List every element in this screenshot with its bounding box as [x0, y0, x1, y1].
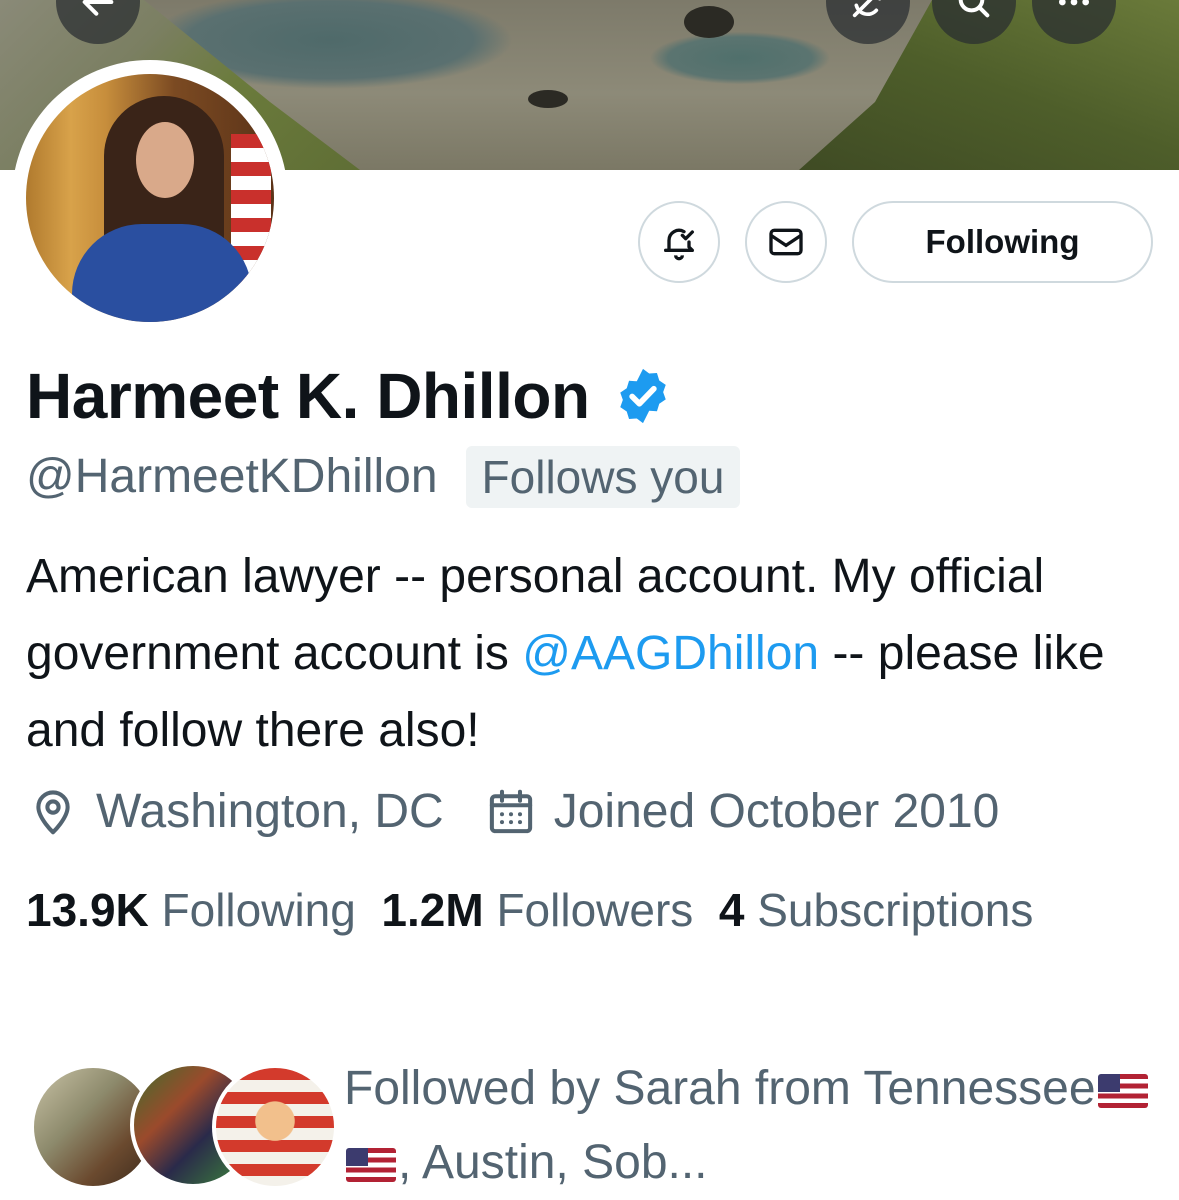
location-text: Washington, DC: [96, 785, 444, 838]
subscriptions-label: Subscriptions: [757, 884, 1034, 936]
profile-meta: Washington, DC Joined October 2010: [26, 780, 999, 844]
subscriptions-stat[interactable]: 4 Subscriptions: [719, 884, 1034, 936]
join-date-text: Joined October 2010: [553, 785, 1000, 838]
followers-stat[interactable]: 1.2M Followers: [381, 884, 693, 936]
location: Washington, DC: [26, 780, 444, 844]
message-button[interactable]: [745, 201, 827, 283]
avatar-suit: [72, 224, 252, 322]
name-row: Harmeet K. Dhillon: [26, 356, 674, 436]
display-name: Harmeet K. Dhillon: [26, 360, 590, 432]
bell-check-icon: [664, 228, 694, 261]
arrow-left-icon: [82, 0, 114, 16]
following-label: Following: [161, 884, 356, 936]
banner-rock: [528, 90, 568, 108]
followers-label: Followers: [496, 884, 694, 936]
us-flag-icon: [1097, 1074, 1148, 1109]
profile-bio: American lawyer -- personal account. My …: [26, 538, 1166, 769]
bio-mention-link[interactable]: @AAGDhillon: [522, 627, 819, 680]
following-stat[interactable]: 13.9K Following: [26, 884, 356, 936]
following-button[interactable]: Following: [852, 201, 1153, 283]
following-count: 13.9K: [26, 884, 149, 936]
calendar-icon: [489, 789, 532, 834]
banner-rock: [684, 6, 734, 38]
search-icon: [958, 0, 990, 18]
profile-stats: 13.9K Following 1.2M Followers 4 Subscri…: [26, 874, 1156, 946]
avatar-photo: [26, 74, 274, 322]
follows-you-badge: Follows you: [465, 446, 741, 508]
followers-count: 1.2M: [381, 884, 484, 936]
sync-icon: [852, 0, 881, 18]
subscriptions-count: 4: [718, 884, 745, 936]
handle-row: @HarmeetKDhillon Follows you: [26, 446, 741, 508]
followed-by-suffix: , Austin, Sob...: [398, 1136, 708, 1189]
profile-avatar[interactable]: [12, 60, 288, 336]
follower-avatar[interactable]: [212, 1064, 338, 1190]
us-flag-icon: [346, 1148, 396, 1183]
more-icon: [1059, 0, 1089, 6]
followed-by-text[interactable]: Followed by Sarah from Tennessee , Austi…: [344, 1052, 1164, 1200]
handle: @HarmeetKDhillon: [26, 450, 438, 503]
verified-badge-icon[interactable]: [612, 365, 674, 427]
followed-by-prefix: Followed by Sarah from Tennessee: [344, 1062, 1096, 1115]
notifications-button[interactable]: [638, 201, 720, 283]
avatar-face: [136, 122, 194, 198]
join-date: Joined October 2010: [484, 780, 1000, 844]
envelope-icon: [769, 228, 803, 256]
location-pin-icon: [36, 790, 70, 835]
